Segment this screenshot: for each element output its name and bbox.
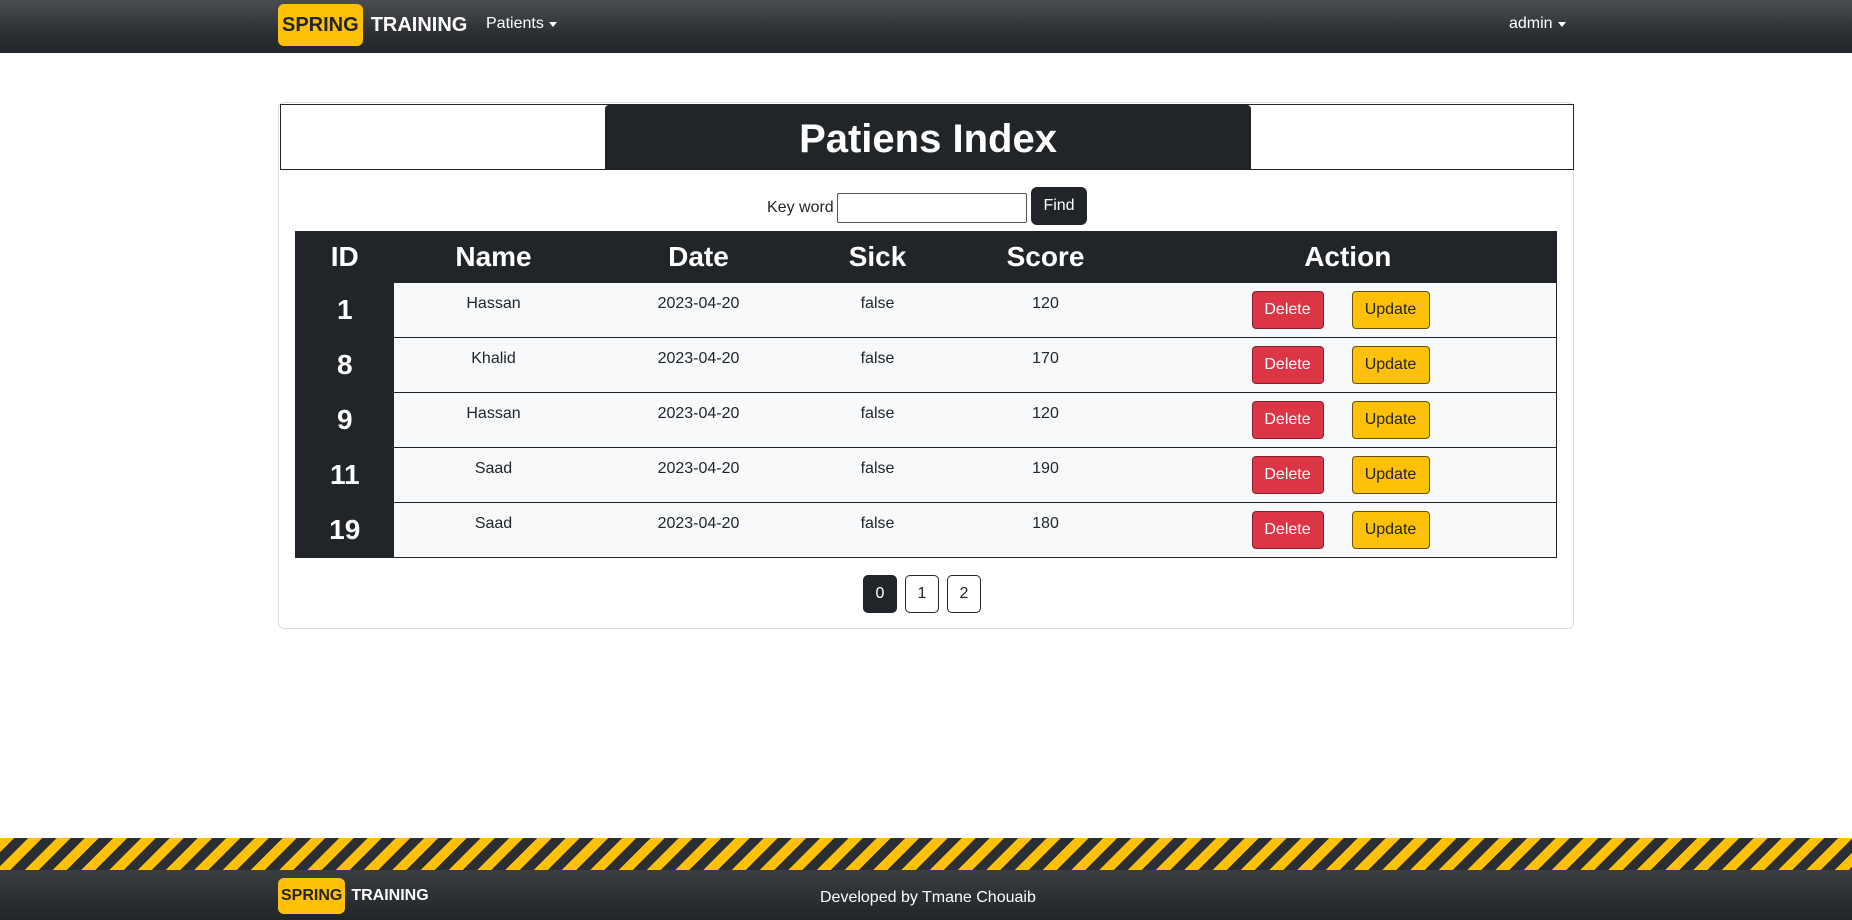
delete-button[interactable]: Delete — [1251, 401, 1324, 439]
cell-date: 2023-04-20 — [593, 282, 804, 338]
cell-sick: false — [803, 282, 952, 338]
delete-button[interactable]: Delete — [1251, 346, 1324, 384]
column-header-name: Name — [393, 231, 594, 283]
update-button[interactable]: Update — [1351, 291, 1430, 329]
page-button-0[interactable]: 0 — [863, 575, 897, 613]
delete-button[interactable]: Delete — [1251, 291, 1324, 329]
column-header-id: ID — [295, 231, 394, 283]
cell-actions: Delete Update — [1139, 447, 1557, 503]
cell-name: Saad — [393, 502, 594, 558]
cell-date: 2023-04-20 — [593, 337, 804, 393]
cell-actions: Delete Update — [1139, 282, 1557, 338]
cell-id: 9 — [295, 392, 394, 448]
user-dropdown-label: admin — [1509, 15, 1553, 32]
table-row: 9 Hassan 2023-04-20 false 120 Delete Upd… — [295, 392, 1557, 448]
cell-score: 190 — [951, 447, 1140, 503]
cell-actions: Delete Update — [1139, 392, 1557, 448]
cell-id: 8 — [295, 337, 394, 393]
caret-down-icon — [1557, 21, 1566, 27]
column-header-action: Action — [1139, 231, 1557, 283]
delete-button[interactable]: Delete — [1251, 511, 1324, 549]
pagination: 0 1 2 — [863, 575, 981, 613]
cell-id: 19 — [295, 502, 394, 558]
brand-logo[interactable]: SPRING TRAINING — [278, 4, 467, 46]
brand-spring-badge: SPRING — [278, 4, 363, 46]
cell-actions: Delete Update — [1139, 337, 1557, 393]
table-row: 11 Saad 2023-04-20 false 190 Delete Upda… — [295, 447, 1557, 503]
update-button[interactable]: Update — [1351, 511, 1430, 549]
page-button-1[interactable]: 1 — [905, 575, 939, 613]
update-button[interactable]: Update — [1351, 346, 1430, 384]
brand-training-text: TRAINING — [370, 13, 468, 36]
footer-brand-training-text: TRAINING — [351, 887, 429, 904]
cell-sick: false — [803, 392, 952, 448]
patients-dropdown[interactable]: Patients — [486, 15, 557, 33]
update-button[interactable]: Update — [1351, 456, 1430, 494]
table-header-row: ID Name Date Sick Score Action — [295, 231, 1557, 283]
cell-name: Khalid — [393, 337, 594, 393]
table-row: 1 Hassan 2023-04-20 false 120 Delete Upd… — [295, 282, 1557, 338]
top-navbar: SPRING TRAINING Patients admin — [0, 0, 1852, 53]
cell-date: 2023-04-20 — [593, 502, 804, 558]
cell-date: 2023-04-20 — [593, 447, 804, 503]
table-row: 19 Saad 2023-04-20 false 180 Delete Upda… — [295, 502, 1557, 558]
table-row: 8 Khalid 2023-04-20 false 170 Delete Upd… — [295, 337, 1557, 393]
update-button[interactable]: Update — [1351, 401, 1430, 439]
cell-score: 170 — [951, 337, 1140, 393]
column-header-score: Score — [951, 231, 1140, 283]
cell-sick: false — [803, 337, 952, 393]
footer-hazard-stripe — [0, 838, 1852, 872]
developer-credit: Developed by Tmane Chouaib — [820, 889, 1036, 906]
footer-brand-spring-badge: SPRING — [278, 878, 346, 914]
cell-score: 180 — [951, 502, 1140, 558]
card-header: Patiens Index — [280, 104, 1574, 170]
footer: SPRING TRAINING Developed by Tmane Choua… — [0, 870, 1852, 920]
column-header-sick: Sick — [803, 231, 952, 283]
column-header-date: Date — [593, 231, 804, 283]
cell-score: 120 — [951, 392, 1140, 448]
cell-date: 2023-04-20 — [593, 392, 804, 448]
keyword-label: Key word — [767, 199, 834, 216]
cell-name: Hassan — [393, 392, 594, 448]
page-title: Patiens Index — [605, 105, 1251, 169]
cell-score: 120 — [951, 282, 1140, 338]
cell-name: Hassan — [393, 282, 594, 338]
cell-name: Saad — [393, 447, 594, 503]
cell-actions: Delete Update — [1139, 502, 1557, 558]
cell-id: 1 — [295, 282, 394, 338]
footer-brand-logo: SPRING TRAINING — [278, 878, 429, 914]
search-form: Key word Find — [279, 187, 1575, 225]
cell-id: 11 — [295, 447, 394, 503]
user-dropdown[interactable]: admin — [1509, 15, 1566, 33]
cell-sick: false — [803, 447, 952, 503]
patients-table: ID Name Date Sick Score Action 1 Hassan … — [295, 231, 1557, 558]
cell-sick: false — [803, 502, 952, 558]
patients-dropdown-label: Patients — [486, 15, 544, 32]
delete-button[interactable]: Delete — [1251, 456, 1324, 494]
keyword-input[interactable] — [837, 193, 1027, 223]
patients-card: Patiens Index Key word Find ID Name Date… — [278, 102, 1574, 629]
caret-down-icon — [548, 21, 557, 27]
find-button[interactable]: Find — [1031, 187, 1087, 225]
page-button-2[interactable]: 2 — [947, 575, 981, 613]
